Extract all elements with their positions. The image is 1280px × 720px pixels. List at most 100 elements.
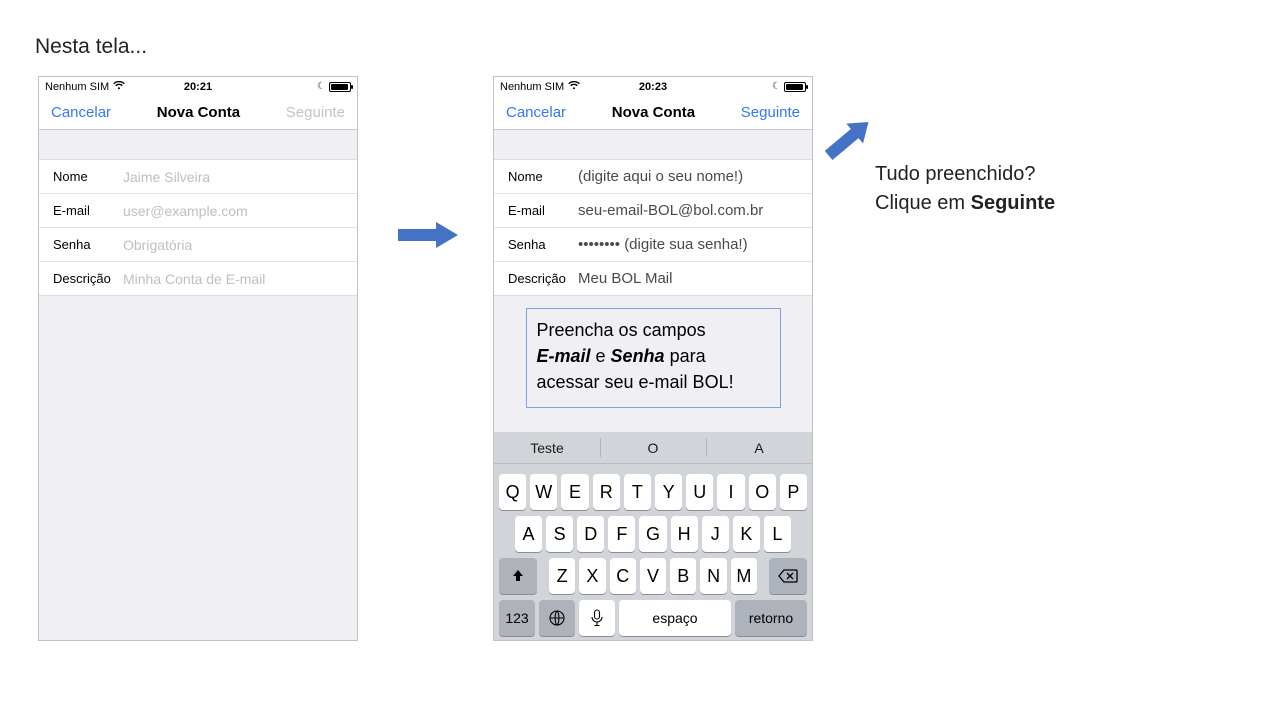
- arrow-cta-icon: [817, 115, 877, 170]
- callout-email-bold: E-mail: [537, 346, 591, 366]
- callout-senha-bold: Senha: [611, 346, 665, 366]
- row-senha[interactable]: Senha Obrigatória: [39, 228, 357, 262]
- key-f[interactable]: F: [608, 516, 635, 552]
- value-nome[interactable]: Jaime Silveira: [123, 169, 343, 185]
- key-l[interactable]: L: [764, 516, 791, 552]
- callout-p2: para: [665, 346, 706, 366]
- pred-3[interactable]: A: [706, 432, 812, 463]
- pred-2[interactable]: O: [600, 432, 706, 463]
- password-hint: (digite sua senha!): [624, 236, 747, 253]
- key-i[interactable]: I: [717, 474, 744, 510]
- key-q[interactable]: Q: [499, 474, 526, 510]
- section-gap: [39, 130, 357, 160]
- page-title: Nesta tela...: [35, 35, 147, 59]
- arrow-right-icon: [398, 220, 460, 255]
- callout-line: Preencha os campos: [537, 320, 706, 340]
- key-a[interactable]: A: [515, 516, 542, 552]
- key-n[interactable]: N: [700, 558, 726, 594]
- section-gap: [494, 130, 812, 160]
- value-email[interactable]: seu-email-BOL@bol.com.br: [578, 202, 798, 219]
- key-g[interactable]: G: [639, 516, 666, 552]
- instruction-callout: Preencha os campos E-mail e Senha para a…: [526, 308, 781, 408]
- cta-text: Tudo preenchido? Clique em Seguinte: [875, 160, 1055, 218]
- key-v[interactable]: V: [640, 558, 666, 594]
- key-w[interactable]: W: [530, 474, 557, 510]
- key-p[interactable]: P: [780, 474, 807, 510]
- battery-icon: [784, 82, 806, 92]
- moon-icon: ☾: [317, 81, 326, 92]
- kb-row-4: 123 espaço retorno: [497, 600, 809, 636]
- key-t[interactable]: T: [624, 474, 651, 510]
- key-r[interactable]: R: [593, 474, 620, 510]
- key-b[interactable]: B: [670, 558, 696, 594]
- next-button[interactable]: Seguinte: [741, 104, 800, 121]
- password-dots: ••••••••: [578, 236, 620, 253]
- keyboard: Teste O A Q W E R T Y U I O P A S D F: [494, 432, 812, 640]
- wifi-icon: [568, 81, 580, 93]
- numbers-key[interactable]: 123: [499, 600, 535, 636]
- nav-title: Nova Conta: [157, 104, 240, 121]
- row-nome[interactable]: Nome Jaime Silveira: [39, 160, 357, 194]
- key-k[interactable]: K: [733, 516, 760, 552]
- status-time: 20:23: [639, 81, 667, 93]
- row-senha[interactable]: Senha •••••••• (digite sua senha!): [494, 228, 812, 262]
- phone-after: Nenhum SIM 20:23 ☾ Cancelar Nova Conta S…: [493, 76, 813, 641]
- status-sim-label: Nenhum SIM: [45, 81, 109, 93]
- next-button: Seguinte: [286, 104, 345, 121]
- key-u[interactable]: U: [686, 474, 713, 510]
- cta-line2a: Clique em: [875, 192, 971, 214]
- value-senha[interactable]: •••••••• (digite sua senha!): [578, 236, 798, 253]
- key-e[interactable]: E: [561, 474, 588, 510]
- shift-key[interactable]: [499, 558, 537, 594]
- key-c[interactable]: C: [610, 558, 636, 594]
- row-email[interactable]: E-mail seu-email-BOL@bol.com.br: [494, 194, 812, 228]
- label-nome: Nome: [508, 169, 578, 184]
- space-key[interactable]: espaço: [619, 600, 731, 636]
- key-s[interactable]: S: [546, 516, 573, 552]
- row-descricao[interactable]: Descrição Minha Conta de E-mail: [39, 262, 357, 296]
- backspace-key[interactable]: [769, 558, 807, 594]
- kb-row-1: Q W E R T Y U I O P: [497, 474, 809, 510]
- globe-key[interactable]: [539, 600, 575, 636]
- status-sim-label: Nenhum SIM: [500, 81, 564, 93]
- value-nome[interactable]: (digite aqui o seu nome!): [578, 168, 798, 185]
- cancel-button[interactable]: Cancelar: [51, 104, 111, 121]
- row-descricao[interactable]: Descrição Meu BOL Mail: [494, 262, 812, 296]
- phone-before: Nenhum SIM 20:21 ☾ Cancelar Nova Conta S…: [38, 76, 358, 641]
- key-d[interactable]: D: [577, 516, 604, 552]
- label-descricao: Descrição: [53, 271, 123, 286]
- callout-p3: acessar seu e-mail BOL!: [537, 372, 734, 392]
- value-senha[interactable]: Obrigatória: [123, 237, 343, 253]
- key-y[interactable]: Y: [655, 474, 682, 510]
- callout-mid: e: [591, 346, 611, 366]
- key-o[interactable]: O: [749, 474, 776, 510]
- key-z[interactable]: Z: [549, 558, 575, 594]
- label-senha: Senha: [53, 237, 123, 252]
- account-form: Nome (digite aqui o seu nome!) E-mail se…: [494, 160, 812, 296]
- value-email[interactable]: user@example.com: [123, 203, 343, 219]
- cta-line1: Tudo preenchido?: [875, 163, 1036, 185]
- status-bar: Nenhum SIM 20:23 ☾: [494, 77, 812, 96]
- moon-icon: ☾: [772, 81, 781, 92]
- nav-bar: Cancelar Nova Conta Seguinte: [39, 96, 357, 130]
- wifi-icon: [113, 81, 125, 93]
- nav-title: Nova Conta: [612, 104, 695, 121]
- label-email: E-mail: [508, 203, 578, 218]
- key-j[interactable]: J: [702, 516, 729, 552]
- status-bar: Nenhum SIM 20:21 ☾: [39, 77, 357, 96]
- return-key[interactable]: retorno: [735, 600, 807, 636]
- empty-area: [39, 296, 357, 640]
- pred-1[interactable]: Teste: [494, 432, 600, 463]
- cancel-button[interactable]: Cancelar: [506, 104, 566, 121]
- key-h[interactable]: H: [671, 516, 698, 552]
- key-x[interactable]: X: [579, 558, 605, 594]
- row-email[interactable]: E-mail user@example.com: [39, 194, 357, 228]
- label-descricao: Descrição: [508, 271, 578, 286]
- nav-bar: Cancelar Nova Conta Seguinte: [494, 96, 812, 130]
- value-descricao[interactable]: Minha Conta de E-mail: [123, 271, 343, 287]
- row-nome[interactable]: Nome (digite aqui o seu nome!): [494, 160, 812, 194]
- predictive-bar: Teste O A: [494, 432, 812, 464]
- value-descricao[interactable]: Meu BOL Mail: [578, 270, 798, 287]
- mic-key[interactable]: [579, 600, 615, 636]
- key-m[interactable]: M: [731, 558, 757, 594]
